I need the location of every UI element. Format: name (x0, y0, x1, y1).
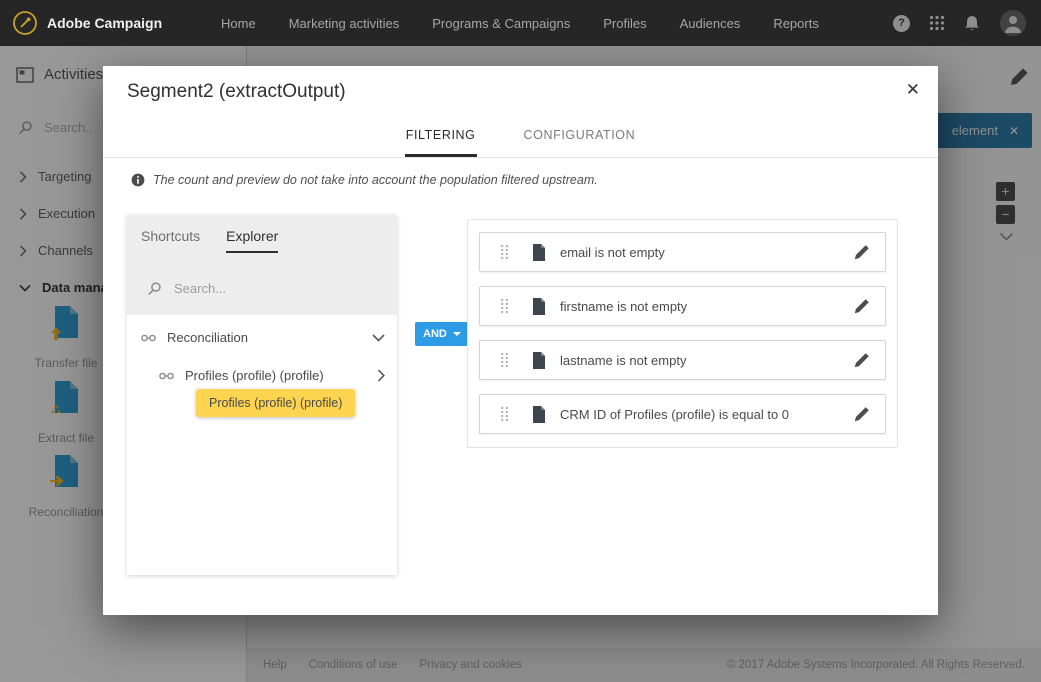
tree-node-profiles[interactable]: Profiles (profile) (profile) (158, 368, 385, 383)
drag-handle-icon[interactable] (500, 298, 509, 314)
explorer-panel: Shortcuts Explorer (127, 215, 397, 575)
condition-label: CRM ID of Profiles (profile) is equal to… (560, 407, 789, 422)
brand: Adobe Campaign (12, 0, 162, 46)
file-icon (532, 298, 546, 315)
edit-pencil-icon[interactable] (854, 298, 871, 315)
explorer-tabs: Shortcuts Explorer (141, 228, 278, 253)
condition-row-email[interactable]: email is not empty (479, 232, 886, 272)
chevron-down-icon[interactable] (372, 334, 385, 342)
dialog-tabs: FILTERING CONFIGURATION (103, 116, 938, 158)
file-icon (532, 244, 546, 261)
condition-label: email is not empty (560, 245, 665, 260)
nav-marketing-activities[interactable]: Marketing activities (289, 16, 400, 31)
drag-handle-icon[interactable] (500, 406, 509, 422)
tree-node-label: Reconciliation (167, 330, 248, 345)
close-icon[interactable]: ✕ (906, 81, 920, 98)
app-launcher-icon[interactable] (929, 15, 945, 31)
info-icon (131, 173, 145, 187)
nav-programs-campaigns[interactable]: Programs & Campaigns (432, 16, 570, 31)
edit-pencil-icon[interactable] (854, 406, 871, 423)
top-nav-links: Home Marketing activities Programs & Cam… (221, 0, 819, 46)
tab-shortcuts[interactable]: Shortcuts (141, 228, 200, 253)
explorer-search-input[interactable] (174, 281, 379, 296)
explorer-tree: Reconciliation Profiles (profile) (profi… (127, 315, 397, 575)
dialog-title: Segment2 (extractOutput) (127, 66, 346, 118)
top-navigation-bar: Adobe Campaign Home Marketing activities… (0, 0, 1041, 46)
drag-handle-icon[interactable] (500, 352, 509, 368)
adobe-campaign-app: Adobe Campaign Home Marketing activities… (0, 0, 1041, 682)
edit-pencil-icon[interactable] (854, 352, 871, 369)
user-avatar[interactable] (999, 9, 1027, 37)
info-note-text: The count and preview do not take into a… (153, 173, 598, 187)
file-icon (532, 352, 546, 369)
condition-label: lastname is not empty (560, 353, 686, 368)
tab-filtering[interactable]: FILTERING (405, 116, 477, 157)
adobe-campaign-logo-icon (12, 10, 38, 36)
operator-label: AND (423, 328, 447, 340)
info-note: The count and preview do not take into a… (103, 158, 938, 187)
tab-configuration[interactable]: CONFIGURATION (523, 116, 637, 157)
brand-title: Adobe Campaign (47, 15, 162, 31)
tab-explorer[interactable]: Explorer (226, 228, 278, 253)
dragged-node-profiles[interactable]: Profiles (profile) (profile) (196, 389, 355, 417)
link-icon (158, 370, 176, 382)
condition-row-lastname[interactable]: lastname is not empty (479, 340, 886, 380)
notifications-bell-icon[interactable] (964, 15, 980, 32)
search-icon (147, 281, 162, 296)
nav-profiles[interactable]: Profiles (603, 16, 646, 31)
condition-row-firstname[interactable]: firstname is not empty (479, 286, 886, 326)
tree-node-label: Profiles (profile) (profile) (185, 368, 324, 383)
chevron-down-icon (453, 332, 461, 336)
edit-pencil-icon[interactable] (854, 244, 871, 261)
conditions-container: email is not empty (467, 219, 898, 448)
file-icon (532, 406, 546, 423)
condition-label: firstname is not empty (560, 299, 687, 314)
operator-and-dropdown[interactable]: AND (415, 322, 469, 346)
segment-dialog: Segment2 (extractOutput) ✕ FILTERING CON… (103, 66, 938, 615)
explorer-header: Shortcuts Explorer (127, 215, 397, 315)
chevron-right-icon[interactable] (377, 369, 385, 382)
nav-home[interactable]: Home (221, 16, 256, 31)
nav-audiences[interactable]: Audiences (680, 16, 741, 31)
explorer-search (147, 281, 379, 296)
condition-row-crm-id[interactable]: CRM ID of Profiles (profile) is equal to… (479, 394, 886, 434)
link-icon (140, 332, 158, 344)
drag-handle-icon[interactable] (500, 244, 509, 260)
help-icon[interactable]: ? (893, 15, 910, 32)
tree-node-reconciliation[interactable]: Reconciliation (140, 330, 385, 345)
topbar-utilities: ? (893, 0, 1027, 46)
nav-reports[interactable]: Reports (773, 16, 819, 31)
dialog-header: Segment2 (extractOutput) ✕ (103, 66, 938, 116)
